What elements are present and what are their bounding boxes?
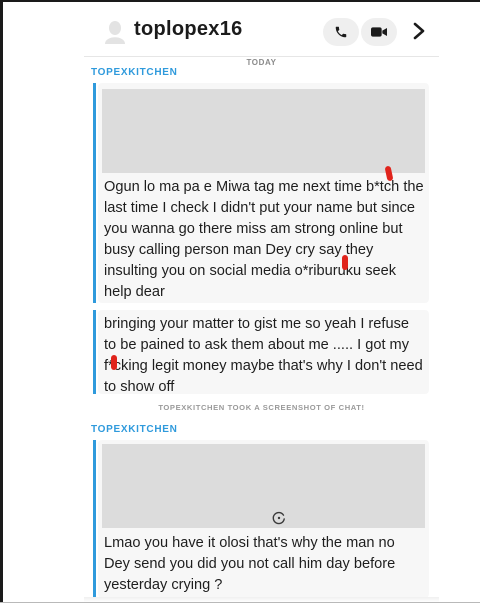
sender-accent-bar — [93, 83, 96, 303]
sender-label: TOPEXKITCHEN — [91, 67, 178, 78]
media-placeholder[interactable] — [102, 444, 425, 528]
loading-spinner-icon — [272, 511, 285, 525]
chat-title[interactable]: toplopex16 — [134, 18, 243, 41]
redaction-mark — [111, 355, 117, 370]
message-text: bringing your matter to gist me so yeah … — [104, 316, 423, 395]
chat-header: toplopex16 — [84, 6, 439, 57]
phone-icon — [335, 26, 347, 38]
video-camera-icon — [371, 27, 387, 37]
day-divider: TODAY — [246, 58, 277, 67]
message-text: Lmao you have it olosi that's why the ma… — [104, 535, 396, 593]
sender-accent-bar — [93, 310, 96, 394]
chat-screen: toplopex16 TODAY TOPEXKITCHEN Ogun lo ma… — [84, 6, 439, 602]
image-top-edge — [0, 0, 480, 2]
media-placeholder[interactable] — [102, 89, 425, 173]
message-bubble[interactable]: Lmao you have it olosi that's why the ma… — [98, 440, 429, 598]
bottom-edge — [0, 602, 480, 608]
image-left-edge — [0, 0, 3, 607]
sender-label: TOPEXKITCHEN — [91, 424, 178, 435]
message-bubble[interactable]: bringing your matter to gist me so yeah … — [98, 310, 429, 395]
video-call-button[interactable] — [361, 18, 397, 46]
redaction-mark — [342, 255, 348, 270]
chevron-right-icon[interactable] — [412, 22, 426, 40]
sender-accent-bar — [93, 440, 96, 598]
call-button[interactable] — [323, 18, 359, 46]
avatar-icon[interactable] — [104, 20, 126, 44]
message-text: Ogun lo ma pa e Miwa tag me next time b*… — [104, 179, 424, 300]
screenshot-notice: TOPEXKITCHEN TOOK A SCREENSHOT OF CHAT! — [158, 403, 365, 412]
message-bubble[interactable]: Ogun lo ma pa e Miwa tag me next time b*… — [98, 83, 429, 303]
